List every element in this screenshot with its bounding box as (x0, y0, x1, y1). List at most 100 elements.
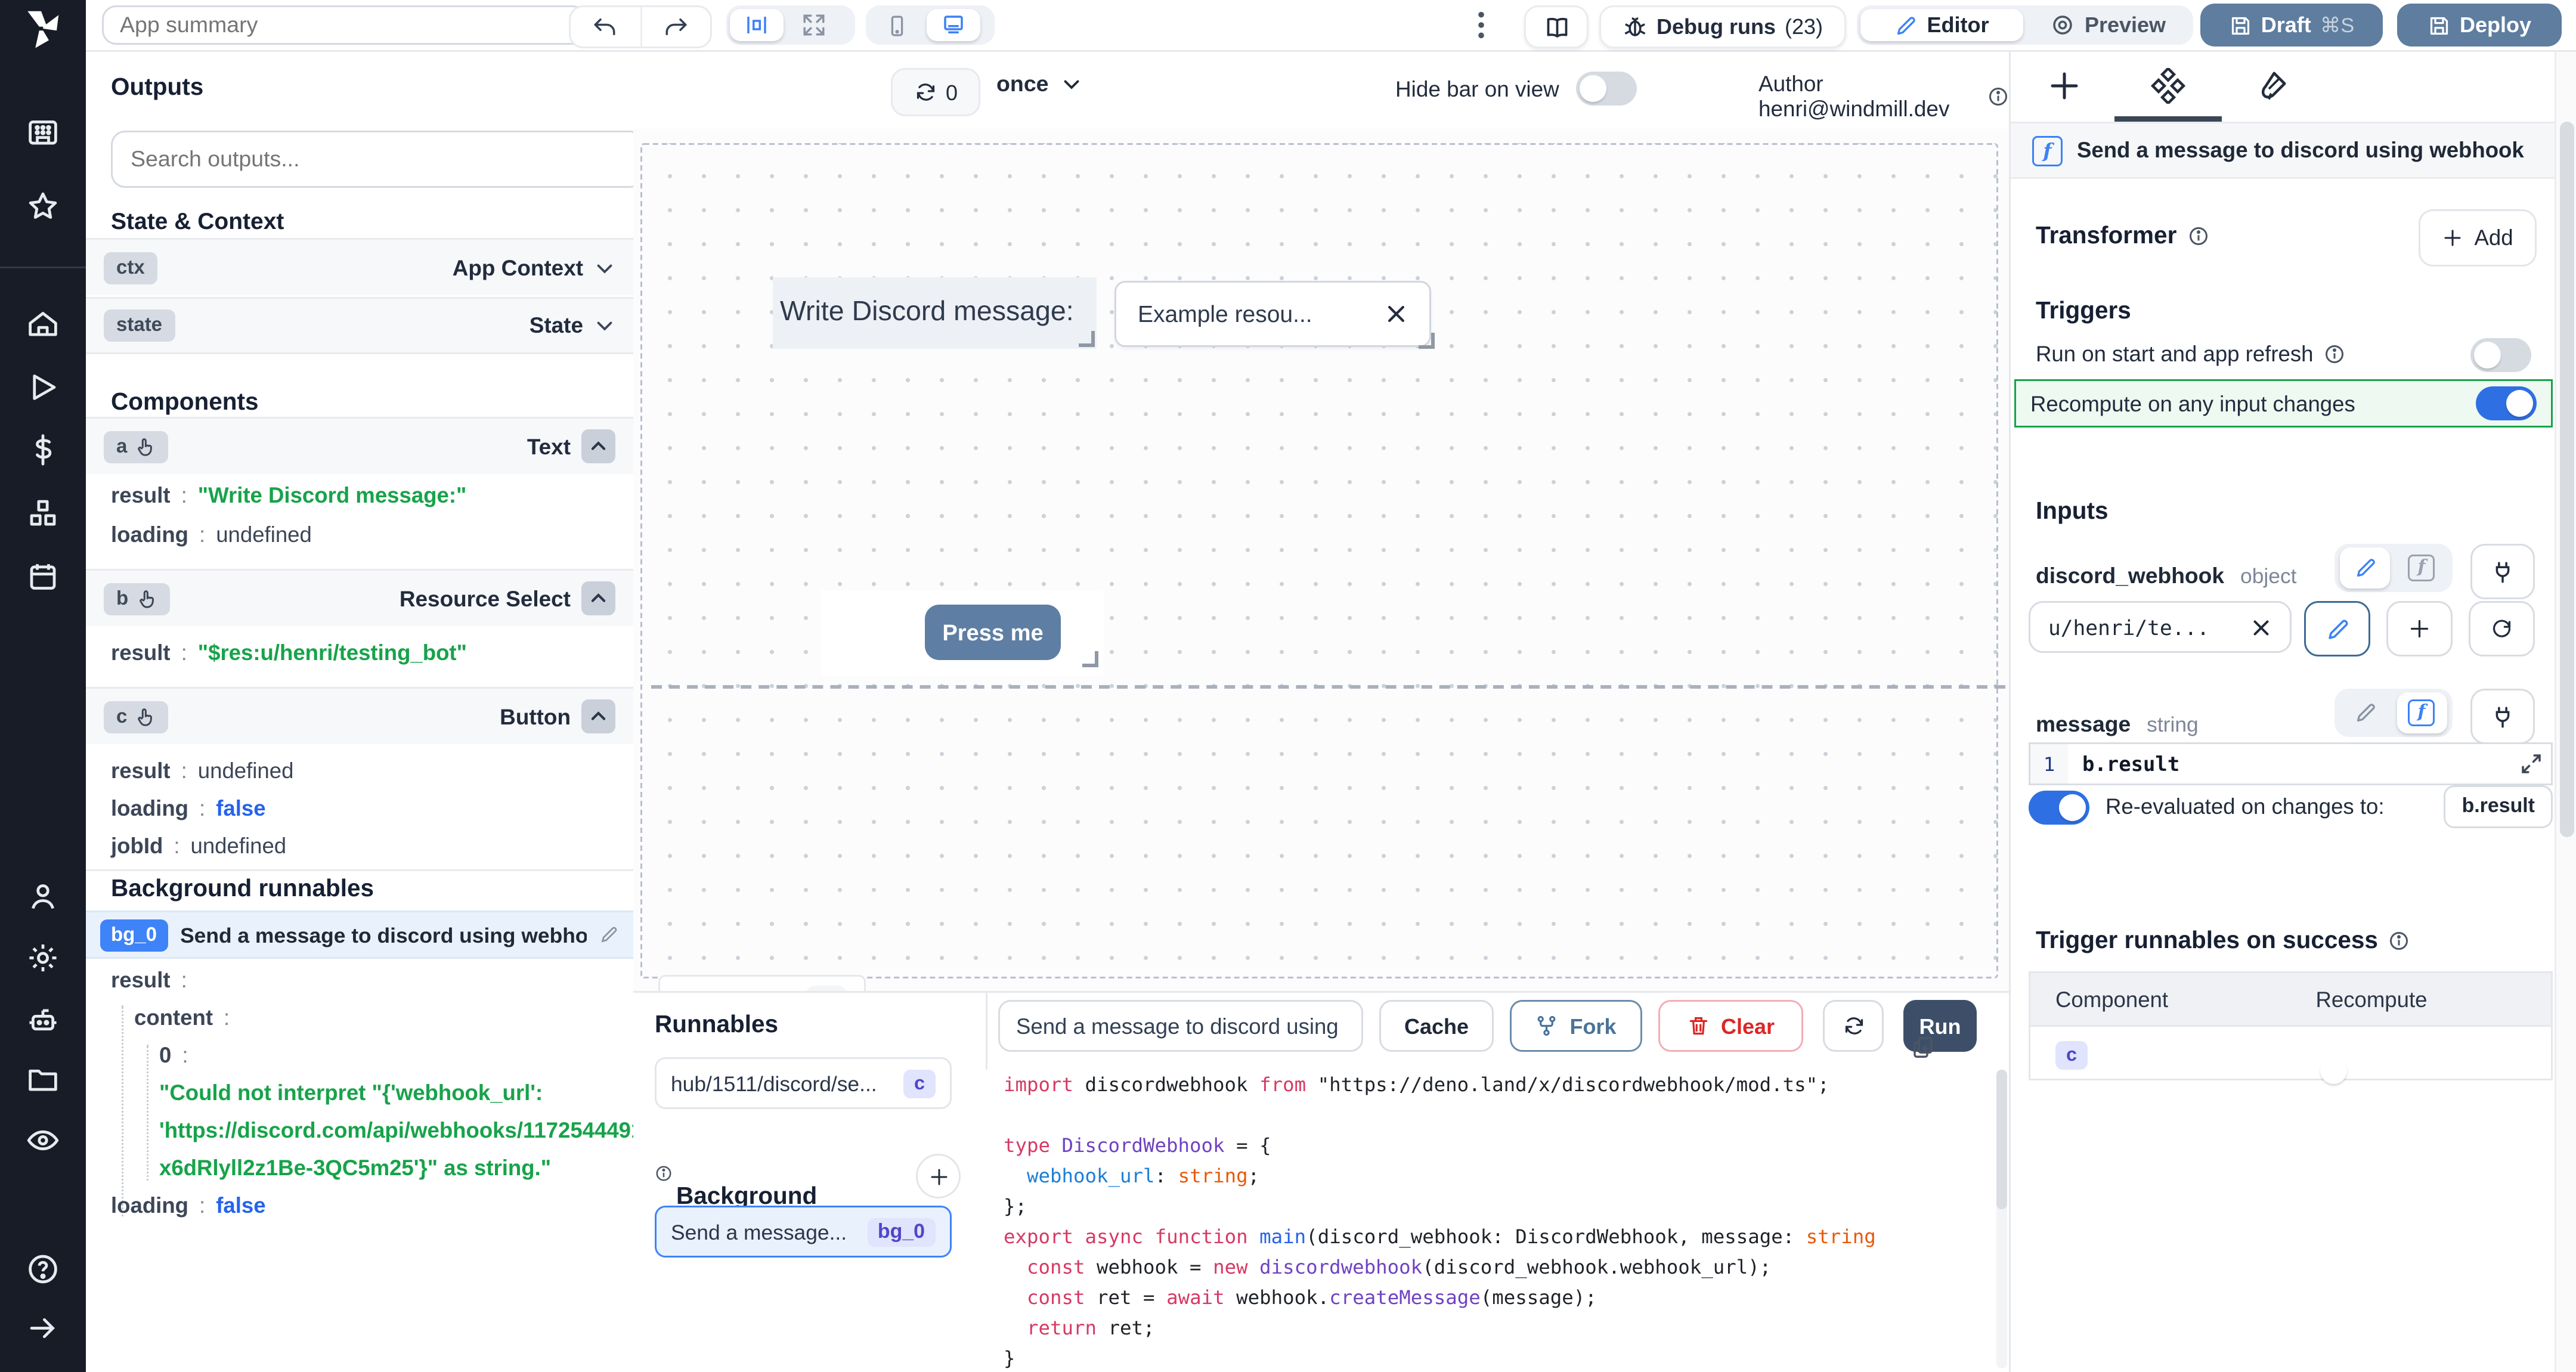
chevron-up-icon[interactable] (581, 429, 615, 463)
user-icon[interactable] (26, 880, 60, 914)
device-toggle-group (866, 5, 995, 45)
static-pencil-icon[interactable] (2340, 547, 2391, 589)
chevron-down-icon[interactable] (594, 257, 615, 278)
draft-button[interactable]: Draft ⌘S (2200, 4, 2383, 47)
runs-play-icon[interactable] (26, 370, 60, 404)
info-icon[interactable] (2324, 343, 2345, 365)
connect-plug-icon[interactable] (2470, 689, 2535, 744)
cache-button[interactable]: Cache (1379, 1000, 1494, 1052)
static-pencil-icon[interactable] (2340, 692, 2391, 733)
bg-runnable-item-selected[interactable]: Send a message... bg_0 (655, 1206, 952, 1258)
apps-icon[interactable] (26, 116, 60, 150)
eval-function-icon[interactable]: f (2397, 547, 2447, 589)
run-on-start-toggle[interactable] (2470, 337, 2531, 371)
trash-icon (1687, 1014, 1710, 1037)
tab-preview[interactable]: Preview (2027, 9, 2190, 41)
reload-button[interactable] (1823, 1000, 1884, 1052)
add-transformer-button[interactable]: Add (2419, 209, 2537, 267)
info-icon[interactable] (1987, 86, 2009, 107)
workers-robot-icon[interactable] (26, 1004, 60, 1037)
home-icon[interactable] (26, 308, 60, 342)
tab-insert-plus-icon[interactable] (2046, 68, 2082, 104)
undo-button[interactable] (571, 7, 640, 47)
reevaluate-label: Re-evaluated on changes to: (2106, 794, 2385, 819)
field-line: loading:undefined (111, 522, 312, 547)
runnable-item[interactable]: hub/1511/discord/se... c (655, 1057, 952, 1109)
app-summary-input[interactable] (102, 5, 587, 45)
gear-icon[interactable] (26, 941, 60, 975)
clear-x-icon[interactable] (1385, 302, 1408, 326)
resource-picker[interactable]: u/henri/te... (2029, 601, 2292, 653)
component-b-header[interactable]: b Resource Select (86, 569, 633, 626)
fork-button[interactable]: Fork (1510, 1000, 1642, 1052)
deploy-button[interactable]: Deploy (2397, 4, 2562, 47)
resources-cubes-icon[interactable] (26, 497, 60, 531)
message-name: message (2036, 712, 2131, 737)
folder-icon[interactable] (26, 1063, 60, 1097)
star-icon[interactable] (26, 190, 60, 224)
ctx-row[interactable]: ctx App Context (86, 238, 633, 295)
refresh-icon (914, 80, 937, 104)
chevron-up-icon[interactable] (581, 581, 615, 615)
expand-editor-icon[interactable] (2519, 751, 2544, 776)
audit-eye-icon[interactable] (26, 1123, 60, 1157)
info-icon[interactable] (2389, 930, 2410, 951)
windmill-logo-icon[interactable] (18, 5, 64, 48)
edit-resource-pencil-button[interactable] (2304, 601, 2370, 656)
runnable-name-input[interactable] (998, 1000, 1363, 1052)
copy-code-icon[interactable] (1911, 1034, 1936, 1061)
chevron-down-icon[interactable] (594, 315, 615, 336)
resize-handle[interactable] (1079, 331, 1095, 347)
clear-button[interactable]: Clear (1658, 1000, 1803, 1052)
schedules-calendar-icon[interactable] (26, 560, 60, 594)
panel-scrollbar[interactable] (2555, 50, 2576, 1372)
reevaluate-toggle[interactable] (2029, 790, 2089, 824)
code-scrollbar[interactable] (1996, 1070, 2007, 1368)
message-expression-editor[interactable]: 1 b.result (2029, 742, 2553, 785)
component-a-header[interactable]: a Text (86, 417, 633, 474)
component-c-header[interactable]: c Button (86, 687, 633, 744)
help-icon[interactable] (26, 1252, 60, 1286)
dollar-icon[interactable] (26, 433, 60, 467)
resize-handle[interactable] (1082, 651, 1098, 667)
more-menu-icon[interactable] (1470, 11, 1492, 39)
text-component[interactable]: Write Discord message: (773, 277, 1097, 349)
docs-button[interactable] (1524, 5, 1589, 48)
debug-runs-button[interactable]: Debug runs (23) (1599, 5, 1846, 48)
zoom-in-button[interactable]: + (805, 986, 848, 991)
code-area[interactable]: import discordwebhook from "https://deno… (986, 1070, 1995, 1372)
eval-function-icon[interactable]: f (2397, 692, 2447, 733)
redo-button[interactable] (640, 7, 711, 47)
refresh-resource-button[interactable] (2469, 601, 2535, 656)
info-icon[interactable] (2187, 225, 2209, 246)
press-me-button[interactable]: Press me (925, 605, 1061, 660)
run-mode-dropdown[interactable]: once (996, 72, 1083, 97)
state-row[interactable]: state State (86, 297, 633, 354)
resize-handle[interactable] (1419, 333, 1435, 349)
tab-settings-diamonds-icon[interactable] (2150, 68, 2186, 104)
resource-select-component[interactable]: Example resou... (1114, 281, 1431, 347)
recompute-row: Recompute on any input changes (2014, 379, 2553, 428)
edit-pencil-icon[interactable] (599, 925, 619, 944)
desktop-icon[interactable] (927, 9, 980, 41)
bg0-runnable-row[interactable]: bg_0 Send a message to discord using web… (86, 910, 633, 959)
chevron-up-icon[interactable] (581, 699, 615, 733)
refresh-counter[interactable]: 0 (891, 68, 980, 116)
tab-editor[interactable]: Editor (1860, 9, 2023, 41)
collapse-arrow-icon[interactable] (26, 1311, 60, 1345)
add-bg-runnable-button[interactable] (916, 1154, 961, 1198)
expand-icon[interactable] (787, 9, 841, 41)
recompute-toggle[interactable] (2476, 386, 2537, 420)
create-resource-plus-button[interactable] (2386, 601, 2453, 656)
editor-label: Editor (1927, 13, 1989, 38)
center-align-icon[interactable] (730, 9, 784, 41)
connect-plug-icon[interactable] (2470, 544, 2535, 599)
hide-bar-control: Hide bar on view (1395, 72, 1636, 106)
mobile-icon[interactable] (869, 9, 923, 41)
clear-x-icon[interactable] (2250, 617, 2272, 638)
search-outputs-input[interactable] (111, 131, 635, 188)
app-canvas[interactable]: Write Discord message: Example resou... … (633, 129, 2009, 991)
tab-theme-brush-icon[interactable] (2254, 68, 2290, 104)
hide-bar-toggle[interactable] (1575, 72, 1636, 106)
reevaluate-target-badge[interactable]: b.result (2444, 785, 2553, 828)
